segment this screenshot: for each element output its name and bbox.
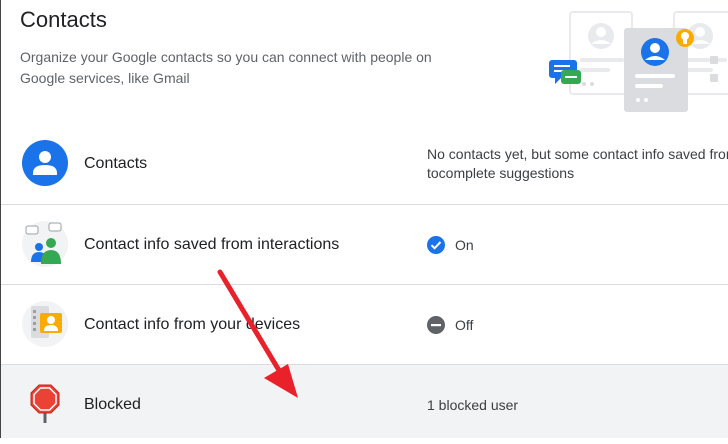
interactions-status: On	[427, 205, 474, 284]
stop-sign-icon	[22, 381, 68, 427]
person-icon	[22, 140, 68, 186]
contacts-value-line2: tocomplete suggestions	[427, 164, 575, 181]
blocked-label: Blocked	[84, 395, 141, 413]
devices-status-text: Off	[455, 316, 474, 333]
devices-status: Off	[427, 285, 473, 364]
contacts-value-line1: No contacts yet, but some contact info s…	[427, 145, 728, 162]
interactions-status-text: On	[455, 236, 474, 253]
blocked-row[interactable]: Blocked 1 blocked user	[1, 364, 728, 438]
contacts-label: Contacts	[84, 154, 148, 172]
interactions-label: Contact info saved from interactions	[84, 235, 340, 253]
checkmark-circle-icon	[427, 235, 445, 254]
contacts-row[interactable]: Contacts No contacts yet, but some conta…	[1, 124, 728, 203]
contacts-illustration	[549, 11, 728, 112]
page-title: Contacts	[20, 7, 107, 32]
page-header: Contacts Organize your Google contacts s…	[20, 6, 560, 116]
people-chat-icon	[22, 221, 68, 267]
minus-circle-icon	[427, 315, 445, 334]
page-description: Organize your Google contacts so you can…	[20, 49, 432, 86]
device-contact-icon	[22, 301, 68, 347]
interactions-row[interactable]: Contact info saved from interactions On	[1, 204, 728, 283]
devices-row[interactable]: Contact info from your devices Off	[1, 284, 728, 363]
blocked-value: 1 blocked user	[427, 396, 519, 413]
contacts-value: No contacts yet, but some contact info s…	[427, 124, 728, 203]
devices-label: Contact info from your devices	[84, 315, 301, 333]
